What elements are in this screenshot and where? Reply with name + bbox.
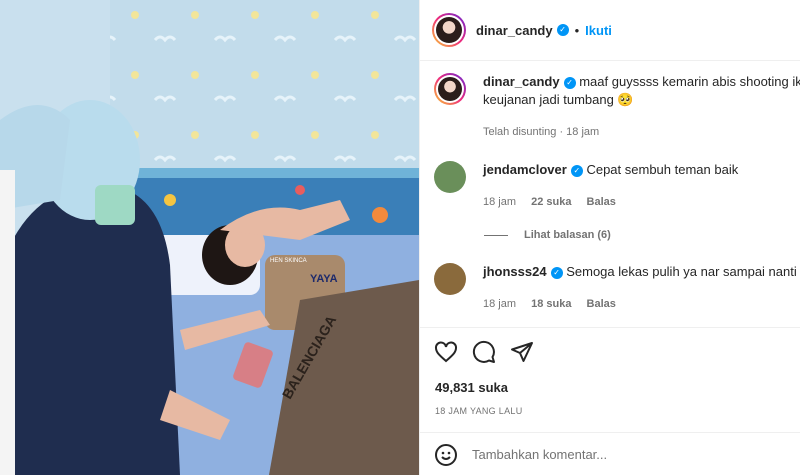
author-avatar[interactable]	[432, 13, 466, 47]
shirt-small-text: HEN SKINCA	[270, 258, 307, 264]
post-actions: 49,831 suka 18 JAM YANG LALU	[420, 327, 800, 416]
caption-meta: Telah disunting · 18 jam	[483, 126, 600, 138]
post-side-panel: dinar_candy ✓ • Ikuti dinar_candy ✓ maaf …	[419, 0, 800, 475]
follow-button[interactable]: Ikuti	[585, 23, 612, 38]
post-timestamp: 18 JAM YANG LALU	[435, 406, 523, 416]
caption-username[interactable]: dinar_candy	[483, 74, 560, 89]
hospital-scene-image: YAYA HEN SKINCA BALENCIAGA	[0, 0, 419, 475]
comment-item: jendamclover ✓ Cepat sembuh teman baik 18…	[434, 161, 800, 211]
replies-divider	[484, 234, 508, 236]
separator-dot: •	[574, 22, 580, 38]
comment-reply-button[interactable]: Balas	[587, 298, 616, 310]
comment-likes[interactable]: 22 suka	[531, 196, 571, 208]
caption-text-line1: maaf guyssss kemarin abis shooting ik	[579, 74, 800, 89]
comment-item: jhonsss24 ✓ Semoga lekas pulih ya nar sam…	[434, 263, 800, 313]
add-comment-input[interactable]: Tambahkan komentar...	[472, 447, 607, 462]
comment-username[interactable]: jendamclover	[483, 162, 567, 177]
view-replies-label[interactable]: Lihat balasan (6)	[524, 229, 611, 241]
add-comment-bar: Tambahkan komentar...	[420, 432, 800, 476]
post-header: dinar_candy ✓ • Ikuti	[420, 0, 800, 61]
verified-badge-icon: ✓	[563, 76, 576, 89]
verified-badge-icon: ✓	[556, 24, 569, 36]
comment-icon[interactable]	[472, 340, 496, 364]
post-photo[interactable]: YAYA HEN SKINCA BALENCIAGA	[0, 0, 419, 475]
comment-text: Semoga lekas pulih ya nar sampai nanti	[566, 264, 797, 279]
comment-username[interactable]: jhonsss24	[483, 264, 547, 279]
comment-text: Cepat sembuh teman baik	[586, 162, 739, 177]
comments-section[interactable]: dinar_candy ✓ maaf guyssss kemarin abis s…	[420, 61, 800, 327]
caption-text-line2: keujanan jadi tumbang 🥺	[483, 92, 634, 107]
verified-badge-icon: ✓	[570, 164, 583, 177]
commenter-avatar[interactable]	[434, 263, 466, 295]
shirt-text: YAYA	[310, 273, 338, 285]
emoji-icon[interactable]	[434, 443, 458, 467]
comment-reply-button[interactable]: Balas	[587, 196, 616, 208]
like-count[interactable]: 49,831 suka	[435, 380, 508, 395]
author-username[interactable]: dinar_candy	[476, 23, 553, 38]
view-replies[interactable]: Lihat balasan (6)	[484, 229, 611, 241]
comment-time[interactable]: 18 jam	[483, 196, 516, 208]
share-icon[interactable]	[510, 340, 534, 364]
commenter-avatar[interactable]	[434, 161, 466, 193]
comment-likes[interactable]: 18 suka	[531, 298, 571, 310]
heart-icon[interactable]	[434, 340, 458, 364]
caption-avatar[interactable]	[434, 73, 466, 105]
caption: dinar_candy ✓ maaf guyssss kemarin abis s…	[434, 73, 800, 141]
comment-time[interactable]: 18 jam	[483, 298, 516, 310]
verified-badge-icon: ✓	[550, 266, 563, 279]
